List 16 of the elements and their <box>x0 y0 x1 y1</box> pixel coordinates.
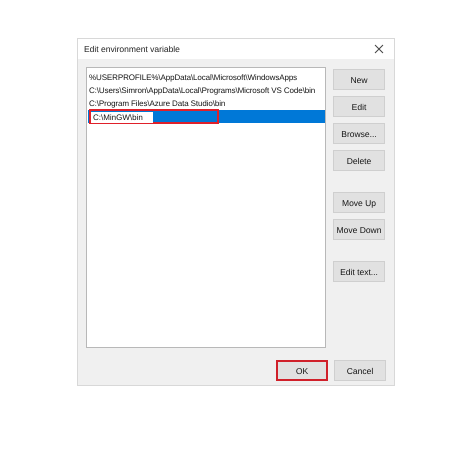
list-item[interactable]: C:\Program Files\Azure Data Studio\bin <box>88 97 325 110</box>
dialog-button[interactable]: Cancel <box>334 360 386 381</box>
side-button[interactable]: Delete <box>333 150 385 171</box>
side-button[interactable]: Edit <box>333 96 385 117</box>
window-title: Edit environment variable <box>84 44 180 54</box>
edit-field[interactable]: C:\MinGW\bin <box>91 112 153 123</box>
dialog-button[interactable]: OK <box>276 360 328 381</box>
side-button[interactable]: Edit text... <box>333 261 385 282</box>
close-icon[interactable] <box>374 44 384 54</box>
list-item[interactable]: C:\MinGW\bin <box>88 110 325 123</box>
side-button[interactable]: Browse... <box>333 123 385 144</box>
side-button[interactable]: New <box>333 69 385 90</box>
side-button[interactable]: Move Down <box>333 219 385 240</box>
list-item[interactable]: %USERPROFILE%\AppData\Local\Microsoft\WindowsApps <box>88 71 325 84</box>
list-item[interactable]: C:\Users\Simron\AppData\Local\Programs\Microsoft VS Code\bin <box>88 84 325 97</box>
side-button[interactable]: Move Up <box>333 192 385 213</box>
